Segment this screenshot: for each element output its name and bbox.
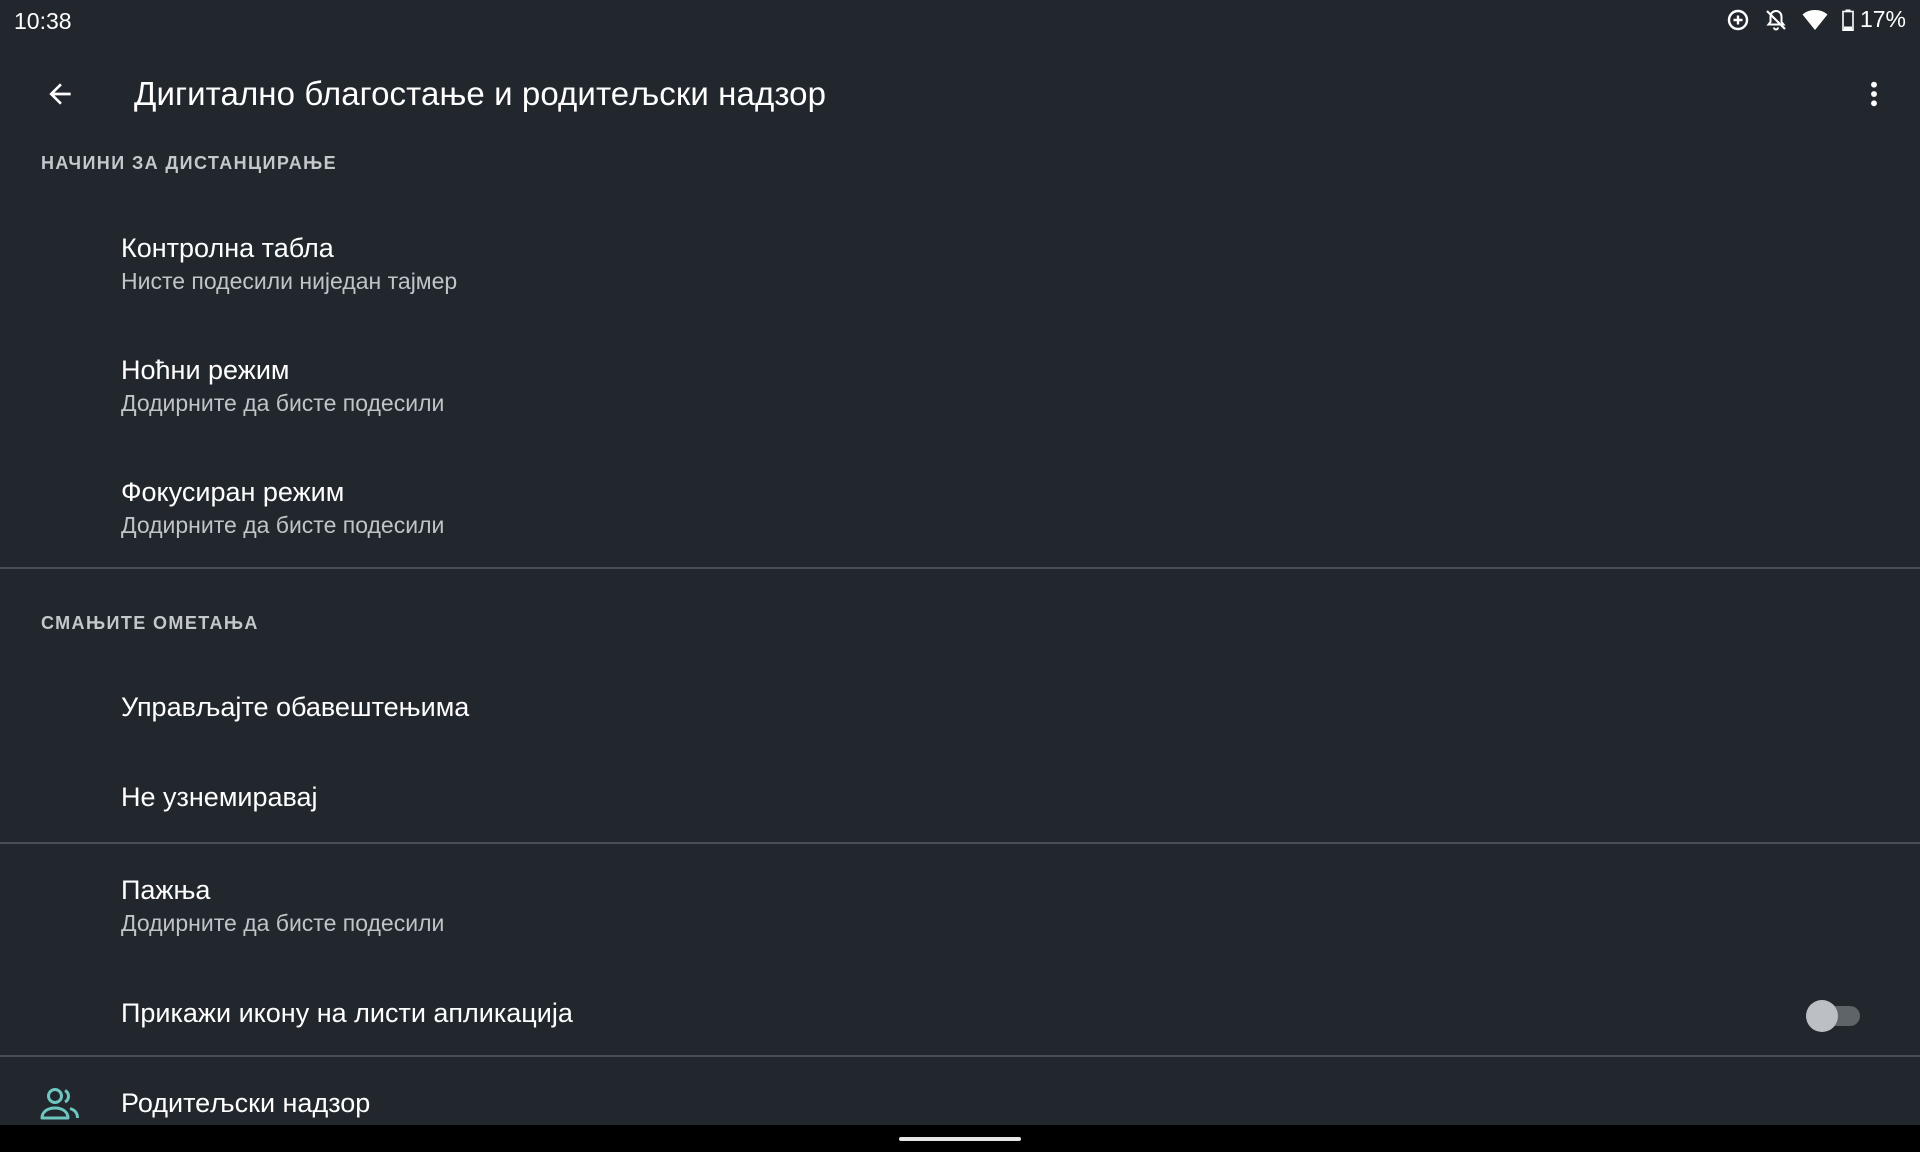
divider: [0, 842, 1920, 844]
item-title: Не узнемиравај: [121, 782, 318, 812]
battery-status: 17%: [1842, 6, 1906, 33]
item-title: Фокусиран режим: [121, 477, 345, 507]
settings-screen: 10:38 17% Дигитално благостање и родитељ…: [0, 0, 1920, 1125]
wifi-icon: [1802, 9, 1828, 31]
section-header-disconnect: НАЧИНИ ЗА ДИСТАНЦИРАЊЕ: [41, 153, 338, 173]
list-item-do-not-disturb[interactable]: Не узнемиравај: [0, 760, 1920, 840]
item-title: Прикажи икону на листи апликација: [121, 998, 573, 1028]
item-summary: Нисте подесили ниједан тајмер: [121, 268, 458, 294]
battery-icon: [1842, 9, 1854, 31]
item-summary: Додирните да бисте подесили: [121, 390, 445, 416]
home-gesture-handle[interactable]: [899, 1137, 1021, 1141]
back-button[interactable]: [38, 72, 82, 116]
item-title: Родитељски надзор: [121, 1088, 371, 1118]
more-vert-icon: [1871, 81, 1877, 107]
data-saver-icon: [1726, 8, 1750, 32]
section-header-interruptions: СМАЊИТЕ ОМЕТАЊА: [41, 613, 259, 633]
item-title: Управљајте обавештењима: [121, 692, 470, 722]
item-title: Пажња: [121, 875, 211, 905]
arrow-back-icon: [49, 83, 71, 105]
list-item-manage-notifications[interactable]: Управљајте обавештењима: [0, 670, 1920, 750]
list-item-heads-up[interactable]: Пажња Додирните да бисте подесили: [0, 852, 1920, 968]
list-item-parental-controls[interactable]: Родитељски надзор: [0, 1060, 1920, 1125]
divider: [0, 567, 1920, 569]
list-item-focus-mode[interactable]: Фокусиран режим Додирните да бисте подес…: [0, 452, 1920, 568]
divider: [0, 1055, 1920, 1057]
navigation-bar: [0, 1125, 1920, 1152]
list-item-dashboard[interactable]: Контролна табла Нисте подесили ниједан т…: [0, 208, 1920, 324]
notifications-off-icon: [1764, 8, 1788, 32]
item-title: Контролна табла: [121, 233, 334, 263]
more-options-button[interactable]: [1852, 72, 1896, 116]
list-item-bedtime-mode[interactable]: Ноћни режим Додирните да бисте подесили: [0, 330, 1920, 446]
battery-percent: 17%: [1859, 6, 1906, 32]
list-item-show-app-icon[interactable]: Прикажи икону на листи апликација: [0, 975, 1920, 1055]
show-app-icon-toggle[interactable]: [1806, 1000, 1862, 1032]
status-icons: 17%: [1726, 6, 1906, 33]
status-time: 10:38: [14, 8, 72, 34]
item-title: Ноћни режим: [121, 355, 290, 385]
item-summary: Додирните да бисте подесили: [121, 512, 445, 538]
toggle-thumb: [1806, 1000, 1838, 1032]
people-icon: [40, 1086, 80, 1125]
page-title: Дигитално благостање и родитељски надзор: [134, 75, 827, 112]
item-summary: Додирните да бисте подесили: [121, 910, 445, 936]
